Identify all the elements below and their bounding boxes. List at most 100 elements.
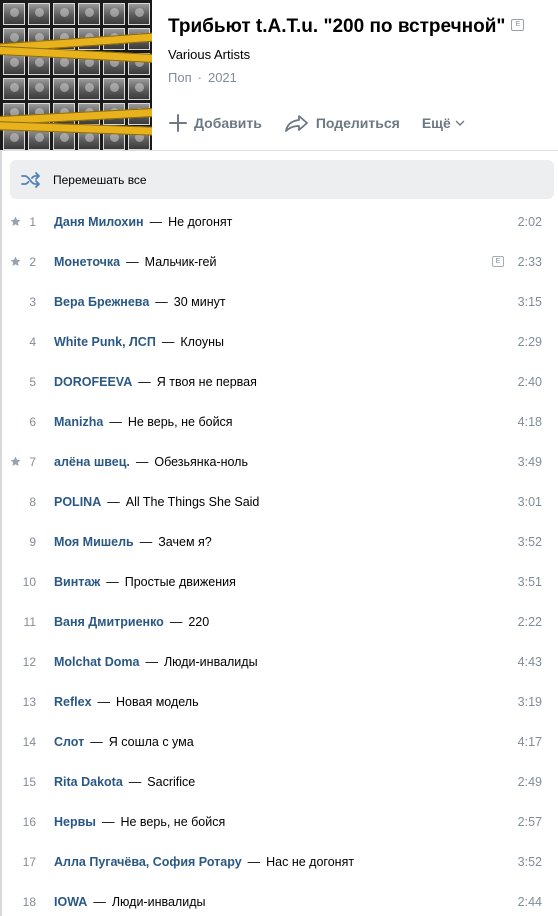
- track-artist-link[interactable]: Слот: [54, 735, 84, 749]
- track-row[interactable]: 9 Моя Мишель — Зачем я? 3:52: [0, 522, 558, 562]
- track-artist-link[interactable]: Нервы: [54, 815, 96, 829]
- share-button[interactable]: Поделиться: [284, 113, 400, 133]
- track-row[interactable]: 14 Слот — Я сошла с ума 4:17: [0, 722, 558, 762]
- title-dash: —: [145, 655, 158, 669]
- track-artist-link[interactable]: Алла Пугачёва: [54, 855, 146, 869]
- track-row[interactable]: 3 Вера Брежнева — 30 минут 3:15: [0, 282, 558, 322]
- track-title: Люди-инвалиды: [111, 895, 206, 909]
- track-title: Не верь, не бойся: [120, 815, 226, 829]
- track-artist-link[interactable]: ЛСП: [129, 335, 156, 349]
- track-title: Я сошла с ума: [108, 735, 194, 749]
- title-dash: —: [155, 295, 168, 309]
- explicit-badge: E: [492, 256, 504, 267]
- track-row[interactable]: 4 White Punk, ЛСП — Клоуны 2:29: [0, 322, 558, 362]
- track-artist-link[interactable]: POLINA: [54, 495, 101, 509]
- more-button[interactable]: Ещё: [422, 115, 465, 131]
- album-title-row: Трибьют t.A.T.u. "200 по встречной" E: [168, 16, 525, 38]
- title-dash: —: [97, 695, 111, 709]
- track-artist-link[interactable]: Rita Dakota: [54, 775, 123, 789]
- cover-photo: [28, 3, 50, 25]
- track-title-line: Даня Милохин — Не догонят: [54, 215, 232, 229]
- track-row[interactable]: 5 DOROFEEVA — Я твоя не первая 2:40: [0, 362, 558, 402]
- track-row[interactable]: 18 IOWA — Люди-инвалиды 2:44: [0, 882, 558, 916]
- tracklist: 1 Даня Милохин — Не догонят 2:02 2 Монеточка — М…: [0, 202, 558, 916]
- track-artist-link[interactable]: Моя Мишель: [54, 535, 134, 549]
- album-cover[interactable]: [0, 0, 152, 151]
- track-duration: 2:22: [517, 615, 542, 629]
- track-artist-link[interactable]: алёна швец.: [54, 455, 130, 469]
- track-artist-link[interactable]: White Punk: [54, 335, 122, 349]
- title-dash: —: [101, 815, 115, 829]
- track-duration: 3:19: [517, 695, 542, 709]
- title-dash: —: [138, 375, 151, 389]
- album-artist[interactable]: Various Artists: [168, 47, 250, 62]
- shuffle-label: Перемешать все: [53, 172, 147, 187]
- title-dash: —: [139, 535, 153, 549]
- track-row[interactable]: 12 Molchat Doma — Люди-инвалиды 4:43: [0, 642, 558, 682]
- track-title-line: Слот — Я сошла с ума: [54, 735, 194, 749]
- track-duration: 2:33: [517, 255, 542, 269]
- track-title-line: Reflex — Новая модель: [54, 695, 199, 709]
- track-title: All The Things She Said: [125, 495, 260, 509]
- cover-photo: [3, 3, 25, 25]
- track-title: Нас не догонят: [266, 855, 355, 869]
- track-row[interactable]: 15 Rita Dakota — Sacrifice 2:49: [0, 762, 558, 802]
- track-artist-link[interactable]: DOROFEEVA: [54, 375, 132, 389]
- share-icon: [284, 115, 308, 132]
- header-divider: [0, 150, 558, 151]
- track-row[interactable]: 13 Reflex — Новая модель 3:19: [0, 682, 558, 722]
- cover-photo: [78, 78, 100, 100]
- add-button[interactable]: Добавить: [168, 113, 262, 133]
- cover-photo: [128, 78, 150, 100]
- artist-comma: ,: [145, 855, 153, 869]
- track-title: Sacrifice: [147, 775, 196, 789]
- track-row[interactable]: 10 Винтаж — Простые движения 3:51: [0, 562, 558, 602]
- track-row[interactable]: 2 Монеточка — Мальчик-гей E 2:33: [0, 242, 558, 282]
- title-dash: —: [107, 495, 120, 509]
- explicit-badge: E: [511, 18, 525, 31]
- track-duration: 3:15: [517, 295, 542, 309]
- track-number: 9: [29, 535, 36, 549]
- track-title-line: DOROFEEVA — Я твоя не первая: [54, 375, 257, 389]
- track-title-line: IOWA — Люди-инвалиды: [54, 895, 205, 909]
- track-row[interactable]: 11 Ваня Дмитриенко — 220 2:22: [0, 602, 558, 642]
- track-title: Зачем я?: [158, 535, 212, 549]
- track-artist-link[interactable]: Даня Милохин: [54, 215, 144, 229]
- track-row[interactable]: 17 Алла Пугачёва, София Ротару — Нас не дог…: [0, 842, 558, 882]
- track-title: Мальчик-гей: [144, 255, 217, 269]
- track-artist-link[interactable]: Монеточка: [54, 255, 120, 269]
- chevron-down-icon: [455, 120, 465, 126]
- track-row[interactable]: 16 Нервы — Не верь, не бойся 2:57: [0, 802, 558, 842]
- track-artist-link[interactable]: Ваня Дмитриенко: [54, 615, 164, 629]
- track-row[interactable]: 7 алёна швец. — Обезьянка-ноль 3:49: [0, 442, 558, 482]
- cover-photo: [3, 53, 25, 75]
- track-artist-link[interactable]: София Ротару: [153, 855, 242, 869]
- track-number: 12: [22, 655, 36, 669]
- track-duration: 4:43: [517, 655, 542, 669]
- track-artist-link[interactable]: Manizha: [54, 415, 103, 429]
- track-number: 8: [29, 495, 36, 509]
- track-number: 15: [22, 775, 36, 789]
- track-duration: 3:51: [517, 575, 542, 589]
- track-artist-link[interactable]: Винтаж: [54, 575, 100, 589]
- shuffle-all-button[interactable]: Перемешать все: [10, 160, 554, 199]
- track-artist-link[interactable]: Reflex: [54, 695, 92, 709]
- plus-icon: [169, 114, 187, 132]
- album-genre[interactable]: Поп: [168, 70, 192, 85]
- track-title: 30 минут: [173, 295, 226, 309]
- track-row[interactable]: 1 Даня Милохин — Не догонят 2:02: [0, 202, 558, 242]
- track-artist-link[interactable]: Molchat Doma: [54, 655, 139, 669]
- track-duration: 2:29: [517, 335, 542, 349]
- track-artist-link[interactable]: Вера Брежнева: [54, 295, 149, 309]
- track-artist-link[interactable]: IOWA: [54, 895, 87, 909]
- title-dash: —: [169, 615, 183, 629]
- cover-photo: [28, 78, 50, 100]
- track-number: 1: [29, 215, 36, 229]
- track-row[interactable]: 8 POLINA — All The Things She Said 3:01: [0, 482, 558, 522]
- track-title-line: Вера Брежнева — 30 минут: [54, 295, 226, 309]
- track-row[interactable]: 6 Manizha — Не верь, не бойся 4:18: [0, 402, 558, 442]
- album-meta: Поп · 2021: [168, 70, 237, 85]
- cover-photo: [78, 3, 100, 25]
- cover-photo: [128, 3, 150, 25]
- cover-photo: [103, 78, 125, 100]
